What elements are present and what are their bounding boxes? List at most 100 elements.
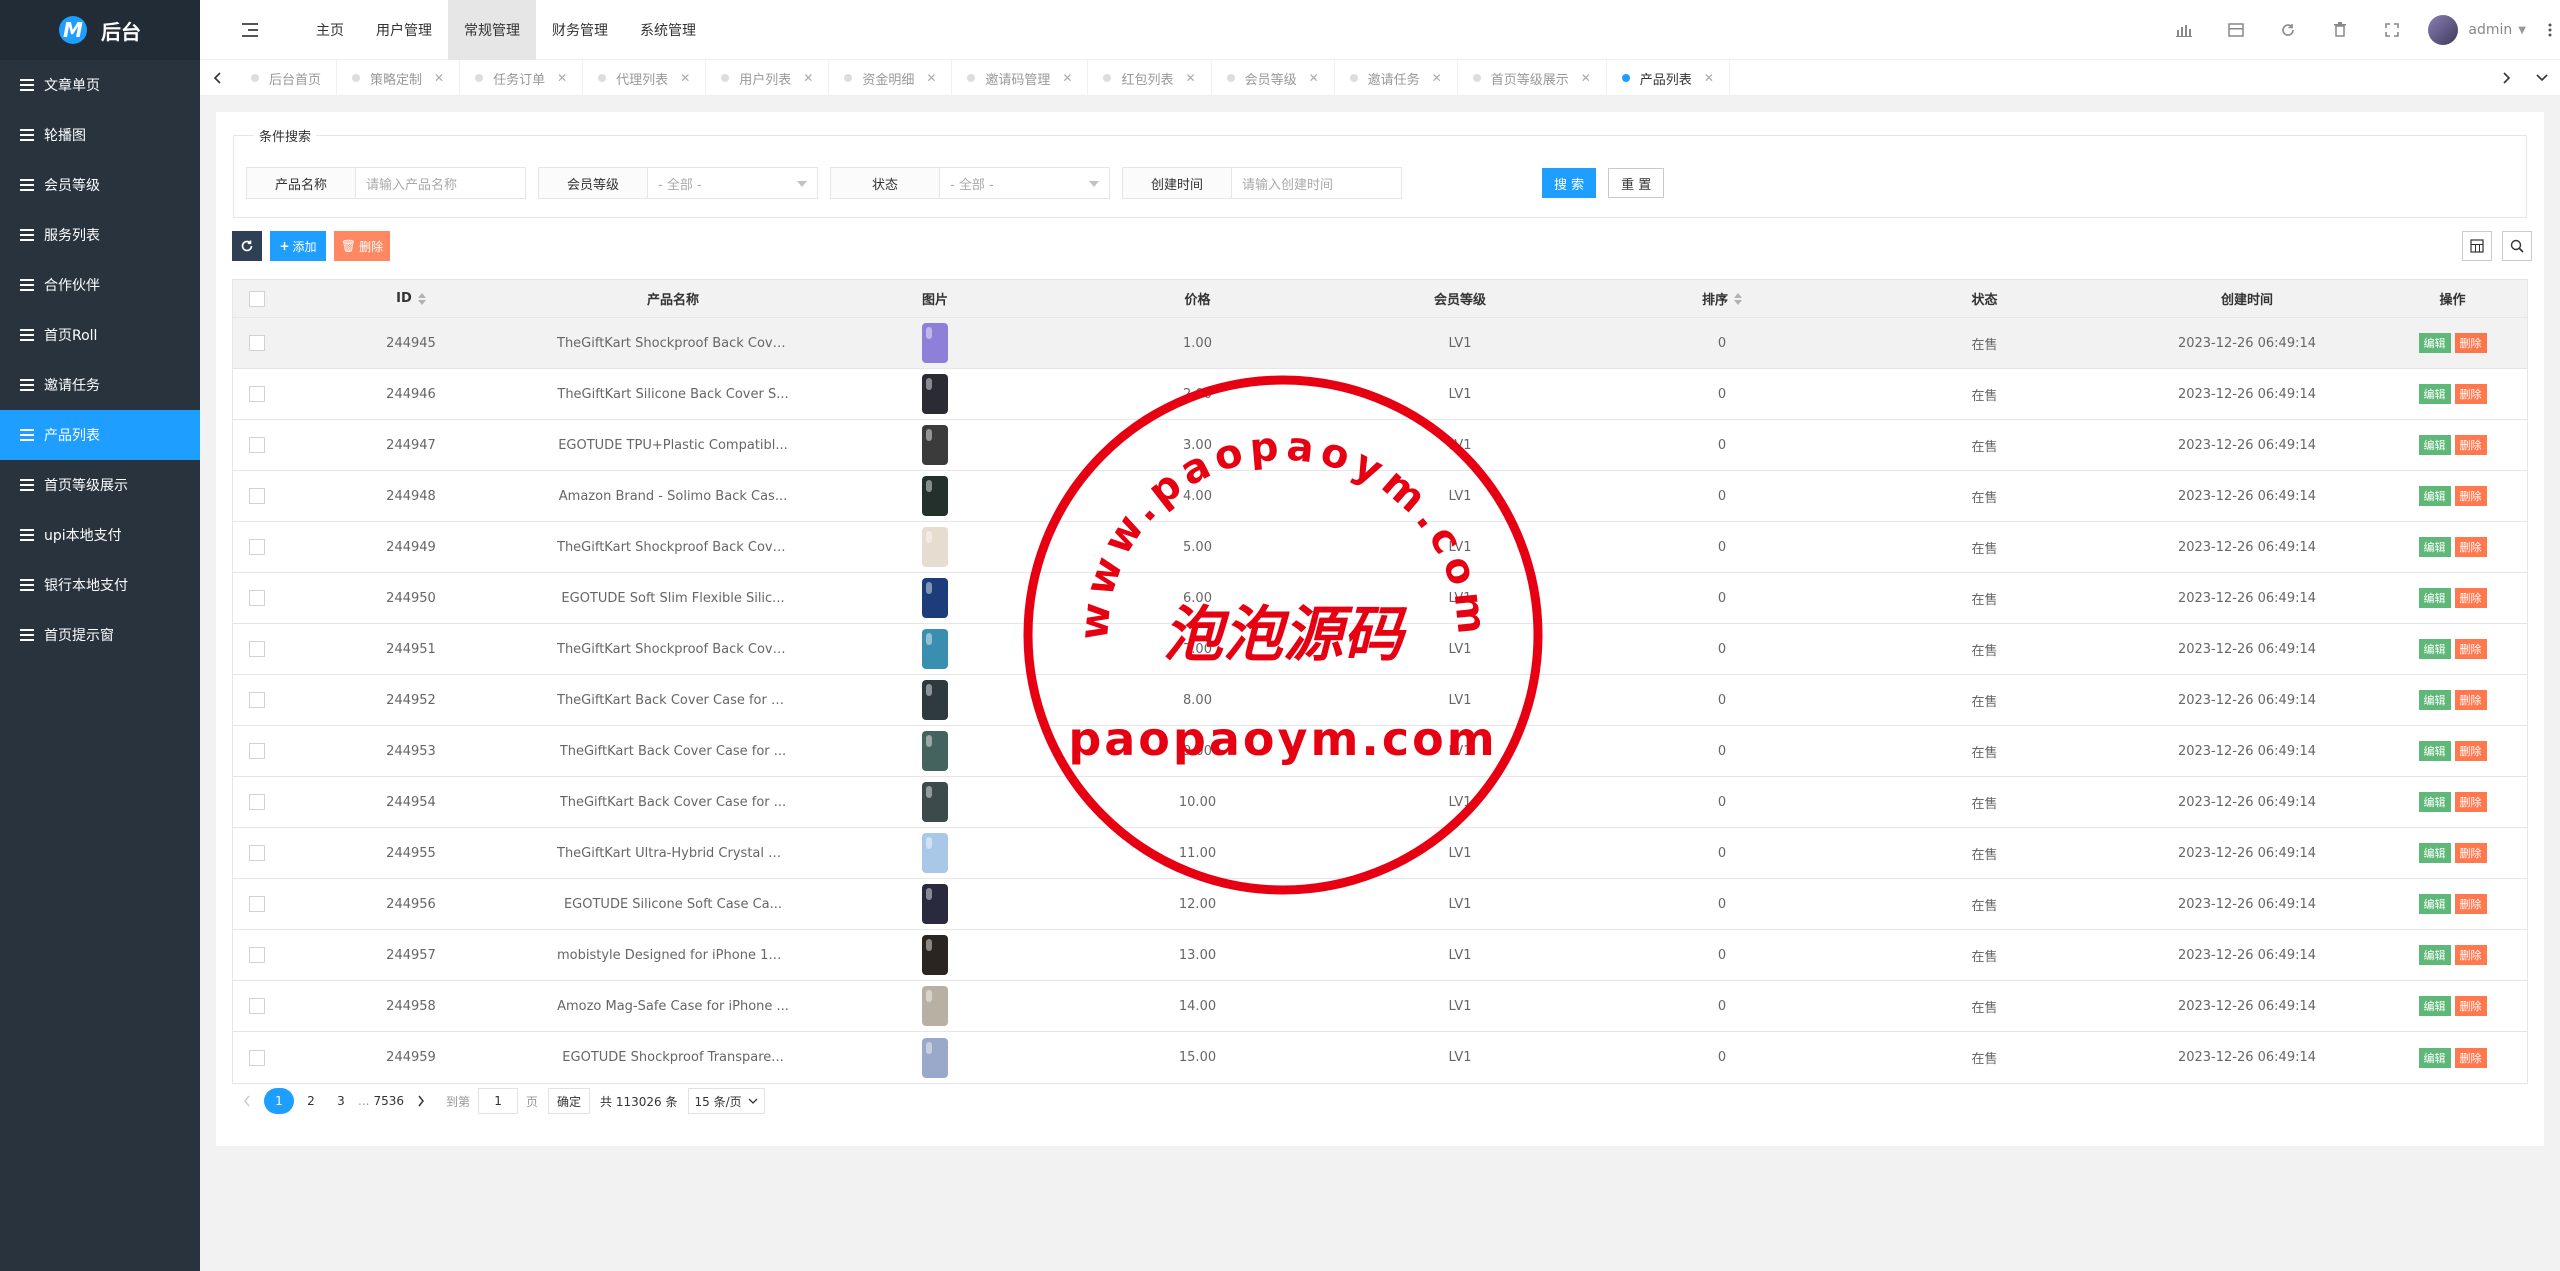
row-checkbox[interactable] [248,590,265,606]
sidebar-item[interactable]: 服务列表 [0,210,200,260]
delete-button[interactable]: 删除 [2454,843,2487,863]
edit-button[interactable]: 编辑 [2418,741,2451,761]
layout-icon[interactable] [2210,0,2262,60]
edit-button[interactable]: 编辑 [2418,945,2451,965]
page-tab[interactable]: 会员等级 ✕ [1212,60,1335,96]
sidebar-item[interactable]: 轮播图 [0,110,200,160]
menu-toggle-icon[interactable] [242,23,258,37]
delete-button[interactable]: 删除 [2454,537,2487,557]
edit-button[interactable]: 编辑 [2418,537,2451,557]
delete-button[interactable]: 删除 [2454,894,2487,914]
delete-button[interactable]: 删除 [2454,741,2487,761]
goto-confirm-button[interactable]: 确定 [548,1088,591,1114]
top-menu-item[interactable]: 用户管理 [360,0,448,60]
close-icon[interactable]: ✕ [1062,71,1072,85]
add-button[interactable]: + 添加 [270,231,326,261]
row-checkbox[interactable] [248,692,265,708]
col-id[interactable]: ID [280,280,542,317]
page-tab[interactable]: 产品列表 ✕ [1607,60,1730,96]
page-3[interactable]: 3 [328,1088,354,1114]
created-input[interactable]: 请输入创建时间 [1232,167,1402,199]
sidebar-item[interactable]: 产品列表 [0,410,200,460]
batch-delete-button[interactable]: 🗑 删除 [334,231,390,261]
row-checkbox[interactable] [248,743,265,759]
sidebar-item[interactable]: 邀请任务 [0,360,200,410]
product-name-input[interactable]: 请输入产品名称 [356,167,526,199]
delete-button[interactable]: 删除 [2454,435,2487,455]
sidebar-item[interactable]: 文章单页 [0,60,200,110]
close-icon[interactable]: ✕ [1309,71,1319,85]
page-1[interactable]: 1 [264,1088,294,1114]
product-thumbnail[interactable] [922,323,948,363]
delete-button[interactable]: 删除 [2454,792,2487,812]
member-level-select[interactable]: - 全部 - [648,167,818,199]
sort-icon[interactable] [417,292,426,305]
page-last[interactable]: 7536 [373,1088,404,1114]
row-checkbox[interactable] [248,794,265,810]
columns-filter-icon[interactable] [2462,231,2492,261]
sidebar-item[interactable]: upi本地支付 [0,510,200,560]
search-button[interactable]: 搜 索 [1542,168,1597,198]
close-icon[interactable]: ✕ [803,71,813,85]
row-checkbox[interactable] [248,335,265,351]
page-tab[interactable]: 资金明细 ✕ [829,60,953,96]
trash-icon[interactable] [2314,0,2366,60]
product-thumbnail[interactable] [922,680,948,720]
product-thumbnail[interactable] [922,884,948,924]
refresh-icon[interactable] [2262,0,2314,60]
delete-button[interactable]: 删除 [2454,486,2487,506]
reset-button[interactable]: 重 置 [1608,168,1665,198]
product-thumbnail[interactable] [922,782,948,822]
chart-icon[interactable] [2158,0,2210,60]
row-checkbox[interactable] [248,539,265,555]
product-thumbnail[interactable] [922,527,948,567]
product-thumbnail[interactable] [922,731,948,771]
close-icon[interactable]: ✕ [1581,71,1591,85]
logo[interactable]: M 后台 [0,0,200,60]
delete-button[interactable]: 删除 [2454,639,2487,659]
page-tab[interactable]: 策略定制 ✕ [337,60,461,96]
delete-button[interactable]: 删除 [2454,996,2487,1016]
page-tab[interactable]: 用户列表 ✕ [706,60,830,96]
close-icon[interactable]: ✕ [926,71,936,85]
page-tab[interactable]: 任务订单 ✕ [460,60,584,96]
close-icon[interactable]: ✕ [1704,71,1714,85]
page-tab[interactable]: 红包列表 ✕ [1088,60,1212,96]
product-thumbnail[interactable] [922,476,948,516]
page-tab[interactable]: 后台首页 [236,60,338,96]
select-all-checkbox[interactable] [248,290,265,307]
product-thumbnail[interactable] [922,629,948,669]
product-thumbnail[interactable] [922,1037,948,1078]
page-size-select[interactable]: 15 条/页 [687,1088,765,1114]
edit-button[interactable]: 编辑 [2418,384,2451,404]
delete-button[interactable]: 删除 [2454,333,2487,353]
close-icon[interactable]: ✕ [1432,71,1442,85]
more-vertical-icon[interactable] [2540,0,2560,60]
product-thumbnail[interactable] [922,578,948,618]
row-checkbox[interactable] [248,1049,265,1066]
prev-page-icon[interactable] [234,1088,260,1114]
page-2[interactable]: 2 [298,1088,324,1114]
col-sort[interactable]: 排序 [1591,280,1853,317]
edit-button[interactable]: 编辑 [2418,639,2451,659]
sidebar-item[interactable]: 首页等级展示 [0,460,200,510]
row-checkbox[interactable] [248,947,265,963]
close-icon[interactable]: ✕ [680,71,690,85]
tabs-prev-icon[interactable] [200,60,236,96]
top-menu-item[interactable]: 财务管理 [536,0,624,60]
status-select[interactable]: - 全部 - [940,167,1110,199]
row-checkbox[interactable] [248,641,265,657]
top-menu-item[interactable]: 主页 [300,0,360,60]
user-menu[interactable]: admin ▼ [2418,15,2540,45]
sidebar-item[interactable]: 会员等级 [0,160,200,210]
page-tab[interactable]: 代理列表 ✕ [583,60,707,96]
sidebar-item[interactable]: 银行本地支付 [0,560,200,610]
sidebar-item[interactable]: 合作伙伴 [0,260,200,310]
sort-icon[interactable] [1734,292,1742,305]
product-thumbnail[interactable] [922,374,948,414]
edit-button[interactable]: 编辑 [2418,333,2451,353]
delete-button[interactable]: 删除 [2454,690,2487,710]
close-icon[interactable]: ✕ [557,71,567,85]
tabs-next-icon[interactable] [2488,60,2524,96]
edit-button[interactable]: 编辑 [2418,588,2451,608]
